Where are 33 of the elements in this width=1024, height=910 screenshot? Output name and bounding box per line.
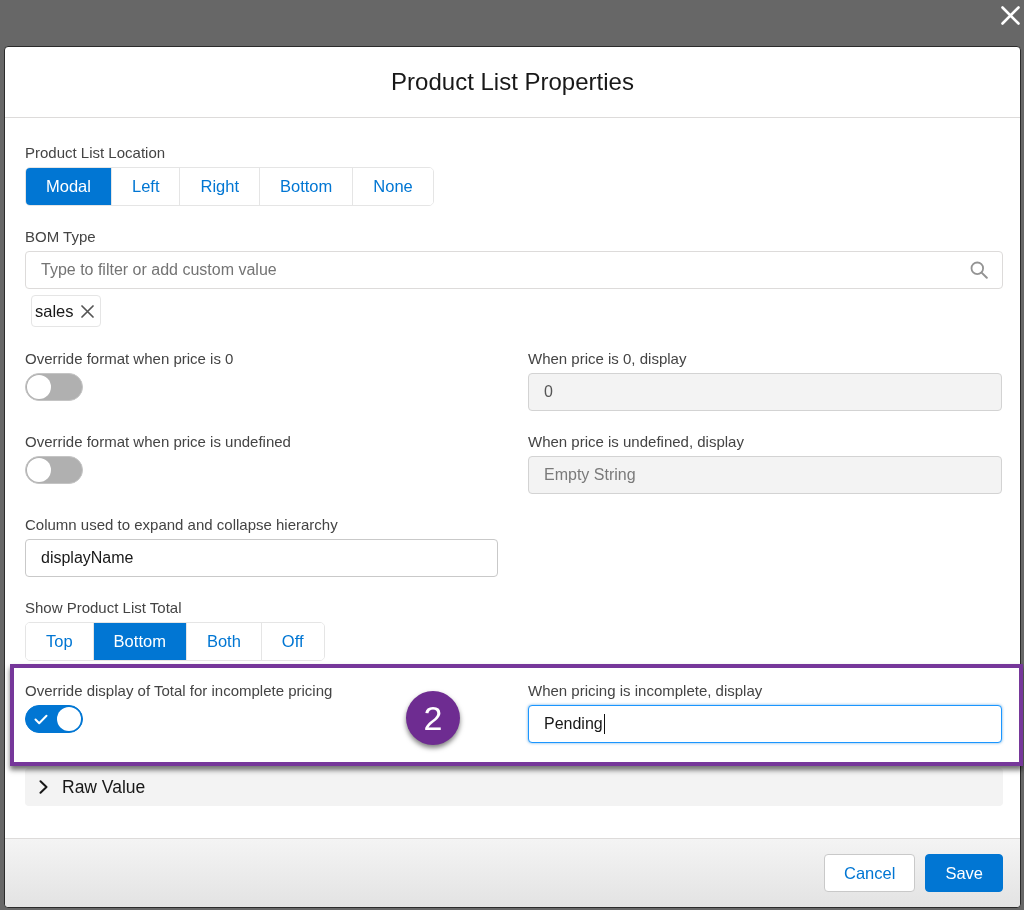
field-label: Override display of Total for incomplete pricing — [25, 682, 333, 700]
toggle-switch[interactable] — [25, 705, 83, 733]
modal-title: Product List Properties — [391, 68, 634, 96]
tag-label: sales — [35, 301, 74, 321]
field-label: Override format when price is undefined — [25, 433, 291, 451]
segmented-button[interactable]: Bottom — [92, 623, 186, 660]
segmented-button[interactable]: Off — [260, 623, 324, 660]
placeholder-text: Type to filter or add custom value — [41, 261, 277, 279]
chevron-right-icon — [39, 780, 48, 794]
text-cursor-icon — [603, 714, 605, 734]
field-label: When price is 0, display — [528, 350, 687, 368]
segmented-button[interactable]: Modal — [26, 168, 111, 205]
callout-badge: 2 — [406, 691, 460, 745]
field-label: Product List Location — [25, 144, 166, 162]
field-label: Column used to expand and collapse hierarchy — [25, 516, 338, 534]
check-icon — [34, 713, 48, 725]
toggle-switch[interactable] — [25, 456, 83, 484]
accordion-header[interactable]: Raw Value — [25, 768, 1003, 806]
combobox-field[interactable]: Type to filter or add custom value — [25, 251, 1003, 289]
input-field[interactable]: displayName — [25, 539, 498, 577]
save-button[interactable]: Save — [925, 854, 1003, 892]
field-label: BOM Type — [25, 228, 96, 246]
toggle-switch[interactable] — [25, 373, 83, 401]
search-icon — [970, 261, 988, 279]
remove-icon[interactable] — [80, 304, 94, 318]
field-label: When pricing is incomplete, display — [528, 682, 763, 700]
segmented-button[interactable]: None — [352, 168, 433, 205]
cancel-button[interactable]: Cancel — [824, 854, 916, 892]
input-field[interactable]: Pending — [528, 705, 1002, 743]
close-icon[interactable] — [1001, 6, 1020, 25]
field-label: Override format when price is 0 — [25, 350, 234, 368]
field-label: When price is undefined, display — [528, 433, 744, 451]
field-label: Show Product List Total — [25, 599, 182, 617]
